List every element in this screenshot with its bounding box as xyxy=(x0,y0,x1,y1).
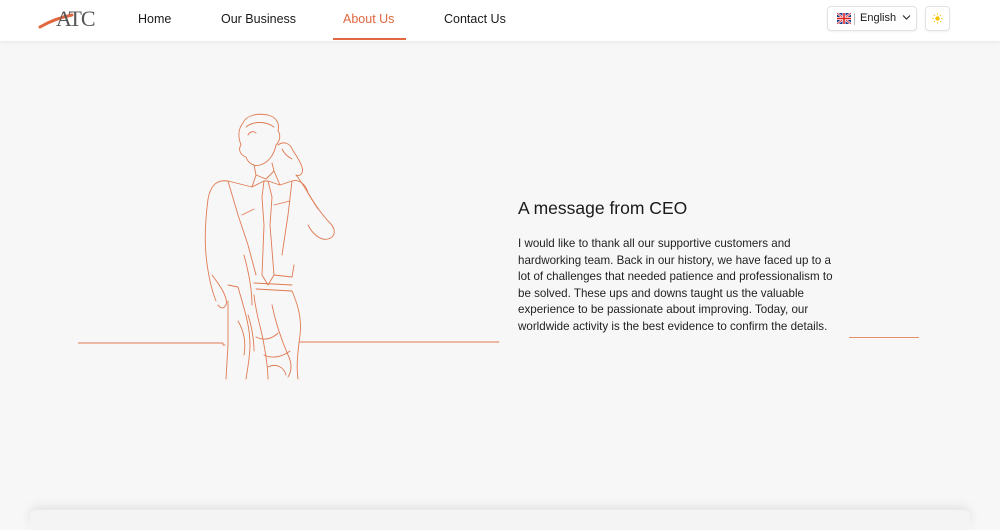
language-selector[interactable]: English xyxy=(827,6,917,31)
next-section-edge xyxy=(30,510,970,530)
ceo-message-title: A message from CEO xyxy=(518,198,688,218)
uk-flag-icon xyxy=(837,13,851,24)
nav-about-us[interactable]: About Us xyxy=(343,0,394,41)
chevron-down-icon xyxy=(902,15,911,20)
site-header: ATC Home Our Business About Us Contact U… xyxy=(0,0,1000,41)
theme-toggle-button[interactable] xyxy=(925,6,950,31)
logo-mark-icon: ATC xyxy=(38,6,96,31)
nav-contact-us[interactable]: Contact Us xyxy=(444,0,506,41)
svg-text:ATC: ATC xyxy=(56,6,95,31)
nav-our-business[interactable]: Our Business xyxy=(221,0,296,41)
flag-separator xyxy=(854,13,855,25)
language-label: English xyxy=(860,12,897,24)
sun-icon xyxy=(932,13,943,24)
ceo-message-body: I would like to thank all our supportive… xyxy=(518,237,833,333)
nav-home[interactable]: Home xyxy=(138,0,171,41)
decorative-divider xyxy=(849,337,919,338)
active-nav-indicator xyxy=(333,38,406,40)
atc-logo[interactable]: ATC xyxy=(38,2,110,36)
businessman-line-art-icon xyxy=(78,113,500,380)
